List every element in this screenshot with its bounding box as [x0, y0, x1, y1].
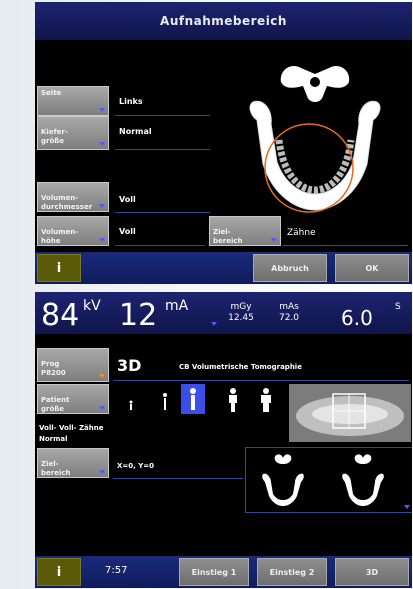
patient-label: Patient größe: [41, 396, 70, 413]
dropdown-triangle-icon: [99, 406, 105, 410]
prog-mode: 3D: [117, 356, 142, 375]
abbruch-button[interactable]: Abbruch: [253, 254, 327, 282]
volumen-hoehe-label: Volumen- höhe: [41, 228, 79, 245]
info-button[interactable]: i: [37, 558, 81, 586]
divider: [283, 245, 408, 246]
divider: [115, 245, 205, 246]
prog-label: Prog P8200: [41, 360, 66, 377]
mas-label: mAs: [279, 302, 299, 312]
patient-groesse-button[interactable]: Patient größe: [37, 384, 109, 414]
jaw-lower-maxilla: [274, 454, 292, 464]
divider: [115, 149, 210, 150]
ziel-bereich-button[interactable]: Ziel- bereich: [37, 448, 109, 478]
exposure-panel: 84 kV 12 mA mGy 12.45 mAs 72.0 6.0 S Pro…: [35, 292, 412, 588]
prog-description: CB Volumetrische Tomographie: [179, 363, 302, 371]
jaw-full-mandible: [342, 473, 384, 506]
patient-size-m-selected[interactable]: [181, 384, 205, 414]
volumen-durchmesser-button[interactable]: Volumen- durchmesser: [37, 182, 109, 212]
clock-time: 7:57: [105, 565, 128, 576]
divider: [115, 212, 210, 213]
panel2-bottom-bar: i 7:57 Einstieg 1 Einstieg 2 3D: [35, 556, 412, 588]
aufnahmebereich-panel: Aufnahmebereich Seite Links Kiefer- größ…: [35, 2, 412, 284]
time-value: 6.0: [341, 306, 373, 330]
volumen-durchmesser-value: Voll: [119, 195, 136, 204]
xray-preview-image: [289, 384, 411, 442]
divider: [115, 115, 210, 116]
divider: [113, 380, 409, 381]
panel-title: Aufnahmebereich: [35, 2, 412, 40]
ziel-value: X=0, Y=0: [117, 462, 155, 470]
ma-value: 12: [119, 298, 158, 333]
ma-adjust-icon[interactable]: [211, 322, 217, 326]
zielbereich-button[interactable]: Ziel- bereich: [209, 216, 281, 246]
jaw-lower-mandible: [262, 473, 304, 506]
seite-value: Links: [119, 97, 143, 106]
dropdown-triangle-icon[interactable]: [404, 505, 410, 509]
mgy-label: mGy: [230, 302, 252, 312]
ok-button[interactable]: OK: [335, 254, 409, 282]
kiefer-groesse-button[interactable]: Kiefer- größe: [37, 116, 109, 150]
patient-size-xs-icon[interactable]: [125, 390, 137, 414]
time-unit: S: [395, 302, 401, 312]
summary-line-2: Normal: [39, 435, 68, 443]
dropdown-triangle-icon: [99, 238, 105, 242]
ma-unit: mA: [165, 298, 189, 314]
panel1-bottom-bar: i Abbruch OK: [35, 252, 412, 284]
dropdown-triangle-icon: [271, 238, 277, 242]
divider: [113, 478, 243, 479]
jaw-full-maxilla: [354, 454, 372, 464]
dropdown-triangle-icon: [99, 374, 105, 378]
einstieg-2-button[interactable]: Einstieg 2: [257, 558, 327, 586]
dropdown-triangle-icon: [99, 204, 105, 208]
summary-line-1: Voll- Voll- Zähne: [39, 424, 104, 432]
info-button[interactable]: i: [37, 254, 81, 282]
patient-size-s-icon[interactable]: [159, 388, 171, 414]
kv-unit: kV: [83, 298, 101, 314]
info-label: i: [56, 564, 62, 580]
patient-size-m-icon: [190, 388, 196, 410]
prog-button[interactable]: Prog P8200: [37, 348, 109, 382]
jaw-lower-icon[interactable]: [257, 452, 309, 508]
mas-stat: mAs 72.0: [269, 302, 309, 324]
jaw-illustration: [249, 65, 381, 213]
patient-size-l-icon[interactable]: [225, 386, 241, 414]
kv-value: 84: [41, 298, 80, 333]
einstieg-1-button[interactable]: Einstieg 1: [179, 558, 249, 586]
volumen-hoehe-value: Voll: [119, 227, 136, 236]
zielbereich-value: Zähne: [287, 228, 316, 238]
dropdown-triangle-icon: [99, 142, 105, 146]
dropdown-triangle-icon: [99, 470, 105, 474]
mode-3d-button[interactable]: 3D: [335, 558, 409, 586]
volumen-hoehe-button[interactable]: Volumen- höhe: [37, 216, 109, 246]
kiefer-value: Normal: [119, 127, 152, 136]
volumen-durchmesser-label: Volumen- durchmesser: [41, 194, 93, 211]
ziel-label: Ziel- bereich: [41, 460, 71, 477]
xray-teeth: [312, 404, 388, 424]
kiefer-label: Kiefer- größe: [41, 128, 68, 145]
patient-size-xl-icon[interactable]: [257, 386, 275, 414]
nasal-cavity: [310, 77, 320, 87]
seite-button[interactable]: Seite: [37, 86, 109, 116]
zielbereich-label: Ziel- bereich: [213, 228, 243, 245]
mgy-stat: mGy 12.45: [221, 302, 261, 324]
mgy-value: 12.45: [228, 313, 254, 323]
mandible-shape: [249, 100, 381, 211]
jaw-full-icon[interactable]: [337, 452, 389, 508]
dropdown-triangle-icon: [99, 108, 105, 112]
mas-value: 72.0: [278, 313, 300, 323]
seite-label: Seite: [41, 89, 62, 97]
